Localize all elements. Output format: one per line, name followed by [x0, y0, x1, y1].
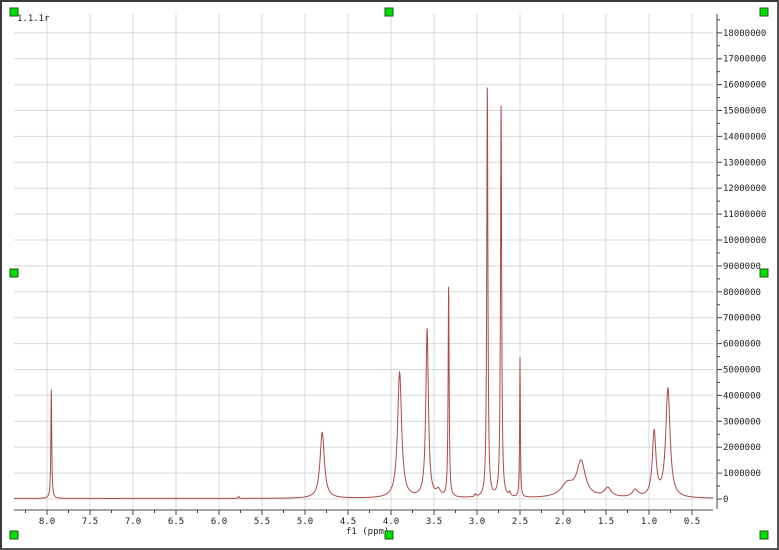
y-tick-label: 18000000	[723, 29, 766, 39]
y-tick-label: 15000000	[723, 107, 766, 117]
spectrum-line	[14, 87, 714, 499]
y-tick-label: 14000000	[723, 132, 766, 142]
y-tick-label: 3000000	[723, 417, 761, 427]
x-tick-label: 4.0	[383, 517, 399, 527]
y-tick-label: 11000000	[723, 210, 766, 220]
x-tick-label: 6.0	[211, 517, 227, 527]
x-tick-label: 3.0	[469, 517, 485, 527]
resize-handle[interactable]	[384, 530, 394, 540]
x-tick-label: 1.0	[641, 517, 657, 527]
y-tick-label: 1000000	[723, 469, 761, 479]
x-tick-label: 5.5	[254, 517, 270, 527]
y-tick-label: 16000000	[723, 81, 766, 91]
x-tick-label: 7.0	[125, 517, 141, 527]
resize-handle[interactable]	[9, 7, 19, 17]
chart-title: 1.1.1r	[17, 14, 50, 24]
y-tick-label: 12000000	[723, 184, 766, 194]
x-tick-label: 3.5	[426, 517, 442, 527]
x-tick-label: 1.5	[598, 517, 614, 527]
x-tick-label: 6.5	[168, 517, 184, 527]
resize-handle[interactable]	[759, 268, 769, 278]
selection-handles	[9, 7, 769, 540]
resize-handle[interactable]	[9, 268, 19, 278]
y-axis: 0 1000000 2000000 3000000 4000000 5000000 6000…	[716, 14, 766, 509]
y-tick-label: 10000000	[723, 236, 766, 246]
y-tick-label: 9000000	[723, 262, 761, 272]
y-tick-label: 8000000	[723, 288, 761, 298]
x-tick-label: 8.0	[39, 517, 55, 527]
x-axis-label: f1 (ppm)	[346, 527, 389, 537]
resize-handle[interactable]	[759, 7, 769, 17]
x-tick-label: 4.5	[340, 517, 356, 527]
resize-handle[interactable]	[9, 530, 19, 540]
y-tick-label: 7000000	[723, 314, 761, 324]
x-axis: 8.0 7.5 7.0 6.5 6.0 5.5 5.0 4.5 4.0 3.5 3.0 2.5 2.0 1…	[14, 509, 713, 527]
x-tick-label: 0.5	[684, 517, 700, 527]
x-tick-label: 5.0	[297, 517, 313, 527]
resize-handle[interactable]	[759, 530, 769, 540]
y-tick-label: 5000000	[723, 366, 761, 376]
x-tick-label: 2.0	[555, 517, 571, 527]
y-tick-label: 4000000	[723, 391, 761, 401]
resize-handle[interactable]	[384, 7, 394, 17]
grid	[14, 14, 713, 509]
y-tick-label: 17000000	[723, 55, 766, 65]
y-tick-label: 6000000	[723, 340, 761, 350]
y-tick-label: 0	[723, 495, 728, 505]
y-tick-label: 2000000	[723, 443, 761, 453]
x-tick-label: 7.5	[82, 517, 98, 527]
y-tick-label: 13000000	[723, 158, 766, 168]
x-tick-label: 2.5	[512, 517, 528, 527]
nmr-spectrum-chart: 8.0 7.5 7.0 6.5 6.0 5.5 5.0 4.5 4.0 3.5 3.0 2.5 2.0 1…	[9, 7, 769, 540]
